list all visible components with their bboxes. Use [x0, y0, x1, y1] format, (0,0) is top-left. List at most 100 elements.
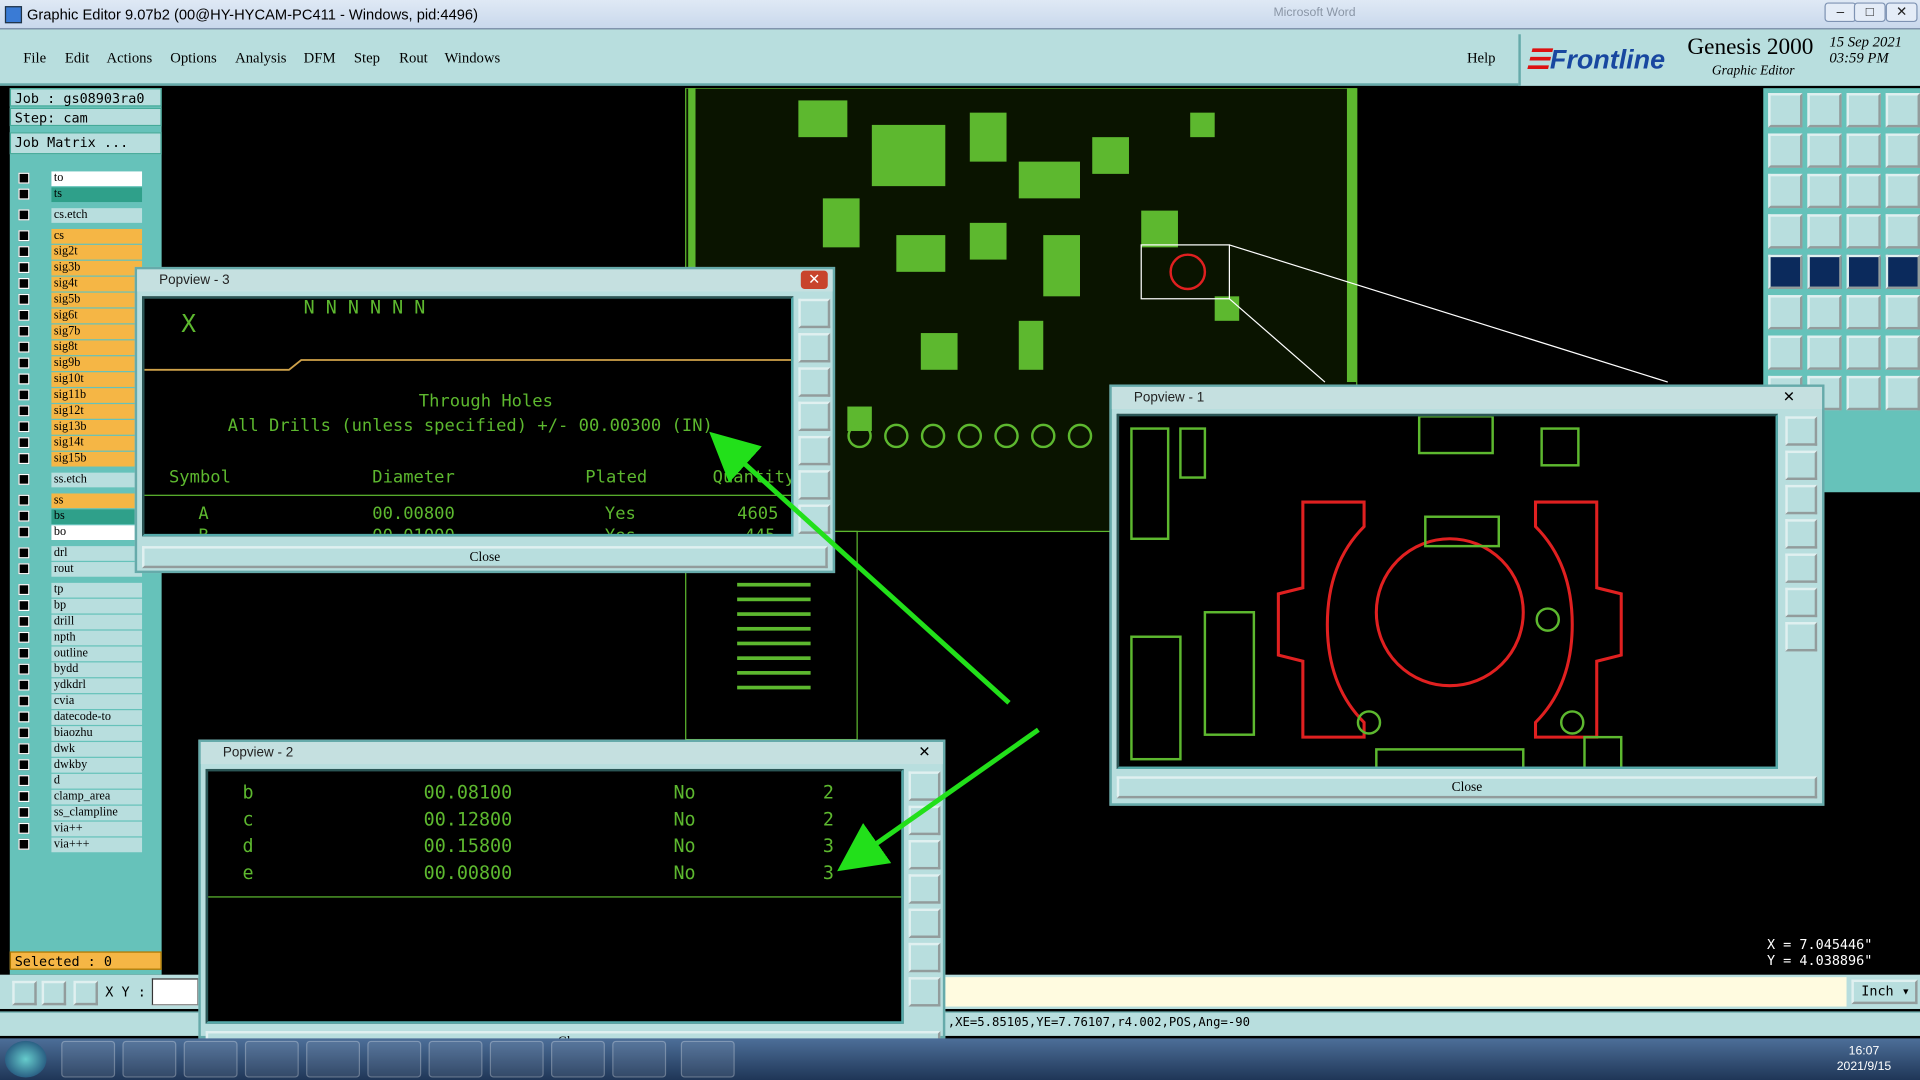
layer-row-sig8t[interactable]: sig8t: [15, 340, 143, 356]
cross-icon[interactable]: [1807, 295, 1842, 330]
menu-edit[interactable]: Edit: [65, 49, 89, 67]
menu-help[interactable]: Help: [1467, 49, 1496, 67]
node-icon[interactable]: [1846, 295, 1881, 330]
taskbar-genesis[interactable]: [551, 1040, 605, 1078]
layer-checkbox[interactable]: [18, 647, 30, 659]
layer-checkbox[interactable]: [18, 584, 30, 596]
menu-actions[interactable]: Actions: [107, 49, 153, 67]
layer-checkbox[interactable]: [18, 600, 30, 612]
fit-icon[interactable]: [1785, 587, 1818, 618]
layer-row-sig11b[interactable]: sig11b: [15, 388, 143, 403]
color-icon[interactable]: [1846, 214, 1881, 249]
center-icon[interactable]: [1785, 622, 1818, 652]
layer-color-swatch[interactable]: [34, 436, 50, 451]
layer-checkbox[interactable]: [18, 822, 30, 834]
layer-row-bydd[interactable]: bydd: [15, 662, 143, 678]
zoom-out-icon[interactable]: [1785, 450, 1818, 481]
layer-row-sig2t[interactable]: sig2t: [15, 244, 143, 260]
layer-color-swatch[interactable]: [34, 774, 50, 789]
taskbar-excel[interactable]: [428, 1040, 483, 1078]
help-icon[interactable]: [1885, 173, 1920, 209]
layer-color-swatch[interactable]: [34, 293, 50, 308]
grid-icon[interactable]: [1807, 214, 1842, 249]
pan-down-icon[interactable]: [908, 840, 941, 870]
select-icon[interactable]: [1768, 254, 1803, 289]
layer-color-swatch[interactable]: [34, 822, 50, 837]
layer-checkbox[interactable]: [18, 389, 30, 401]
layer-checkbox[interactable]: [18, 679, 30, 691]
system-clock[interactable]: 16:07 2021/9/15: [1837, 1043, 1891, 1075]
layer-checkbox[interactable]: [18, 663, 30, 675]
measure-icon[interactable]: [1768, 214, 1803, 249]
layer-color-swatch[interactable]: [34, 324, 50, 339]
layer-row-drl[interactable]: drl: [15, 546, 143, 561]
save-icon[interactable]: [1807, 93, 1842, 128]
layer-checkbox[interactable]: [18, 838, 30, 850]
layer-checkbox[interactable]: [18, 775, 30, 787]
layer-checkbox[interactable]: [18, 743, 30, 755]
layer-checkbox[interactable]: [18, 421, 30, 433]
popview-1-close-button[interactable]: Close: [1116, 776, 1818, 799]
layer-color-swatch[interactable]: [34, 420, 50, 435]
layer-row-ss[interactable]: ss: [15, 493, 143, 509]
layer-checkbox[interactable]: [18, 526, 30, 538]
layer-color-swatch[interactable]: [34, 171, 50, 186]
layer-color-swatch[interactable]: [34, 208, 50, 223]
popview-1-close-icon[interactable]: ✕: [1776, 388, 1803, 406]
layer-row-outline[interactable]: outline: [15, 646, 143, 662]
layer-color-swatch[interactable]: [34, 388, 50, 403]
layer-color-swatch[interactable]: [34, 615, 50, 630]
layer-checkbox[interactable]: [18, 615, 30, 627]
layer-checkbox[interactable]: [18, 341, 30, 353]
layer-checkbox[interactable]: [18, 473, 30, 485]
ruler-icon[interactable]: [1846, 254, 1881, 289]
mirror-icon[interactable]: [1846, 133, 1881, 168]
layer-checkbox[interactable]: [18, 510, 30, 522]
maximize-button[interactable]: □: [1853, 2, 1886, 23]
layer-row-bo[interactable]: bo: [15, 525, 143, 541]
copy-icon[interactable]: [1807, 133, 1842, 168]
zoom-out-icon[interactable]: [908, 805, 941, 836]
layer-color-swatch[interactable]: [34, 309, 50, 324]
layer-checkbox[interactable]: [18, 209, 30, 221]
split-icon[interactable]: [1885, 335, 1920, 370]
layer-color-swatch[interactable]: [34, 187, 50, 202]
layer-row-tp[interactable]: tp: [15, 582, 143, 598]
pan-left-icon[interactable]: [798, 401, 831, 432]
pan-right-icon[interactable]: [908, 908, 941, 938]
layer-row-npth[interactable]: npth: [15, 630, 143, 646]
layer-color-swatch[interactable]: [34, 742, 50, 757]
layer-row-d[interactable]: d: [15, 773, 143, 789]
layer-row-ts[interactable]: ts: [15, 187, 143, 203]
layer-checkbox[interactable]: [18, 325, 30, 337]
layer-color-swatch[interactable]: [34, 599, 50, 614]
layer-row-dwkby[interactable]: dwkby: [15, 757, 143, 773]
layer-row-sig14t[interactable]: sig14t: [15, 435, 143, 451]
fit-icon[interactable]: [798, 470, 831, 500]
taskbar-app-5[interactable]: [306, 1040, 361, 1078]
layer-row-ydkdrl[interactable]: ydkdrl: [15, 678, 143, 694]
highlight-icon[interactable]: [1807, 254, 1842, 289]
taskbar-app-10[interactable]: [612, 1040, 667, 1078]
layer-checkbox[interactable]: [18, 405, 30, 417]
popview-3-close-icon[interactable]: ✕: [800, 270, 828, 289]
align-icon[interactable]: [1768, 93, 1803, 128]
layer-row-sig15b[interactable]: sig15b: [15, 451, 143, 467]
layer-color-swatch[interactable]: [34, 404, 50, 419]
layer-row-sig10t[interactable]: sig10t: [15, 372, 143, 387]
pan-right-icon[interactable]: [1785, 553, 1818, 583]
layer-checkbox[interactable]: [18, 277, 30, 289]
layer-checkbox[interactable]: [18, 188, 30, 200]
taskbar-word[interactable]: [367, 1040, 422, 1078]
taskbar-app-11[interactable]: [680, 1040, 735, 1078]
layer-checkbox[interactable]: [18, 357, 30, 369]
layer-checkbox[interactable]: [18, 373, 30, 385]
layer-checkbox[interactable]: [18, 494, 30, 506]
layer-color-swatch[interactable]: [34, 647, 50, 662]
zoom-in-icon[interactable]: [1785, 416, 1818, 446]
layer-color-swatch[interactable]: [34, 790, 50, 805]
menu-dfm[interactable]: DFM: [304, 49, 336, 67]
layer-checkbox[interactable]: [18, 727, 30, 739]
start-button[interactable]: [4, 1040, 47, 1078]
layer-color-swatch[interactable]: [34, 662, 50, 677]
